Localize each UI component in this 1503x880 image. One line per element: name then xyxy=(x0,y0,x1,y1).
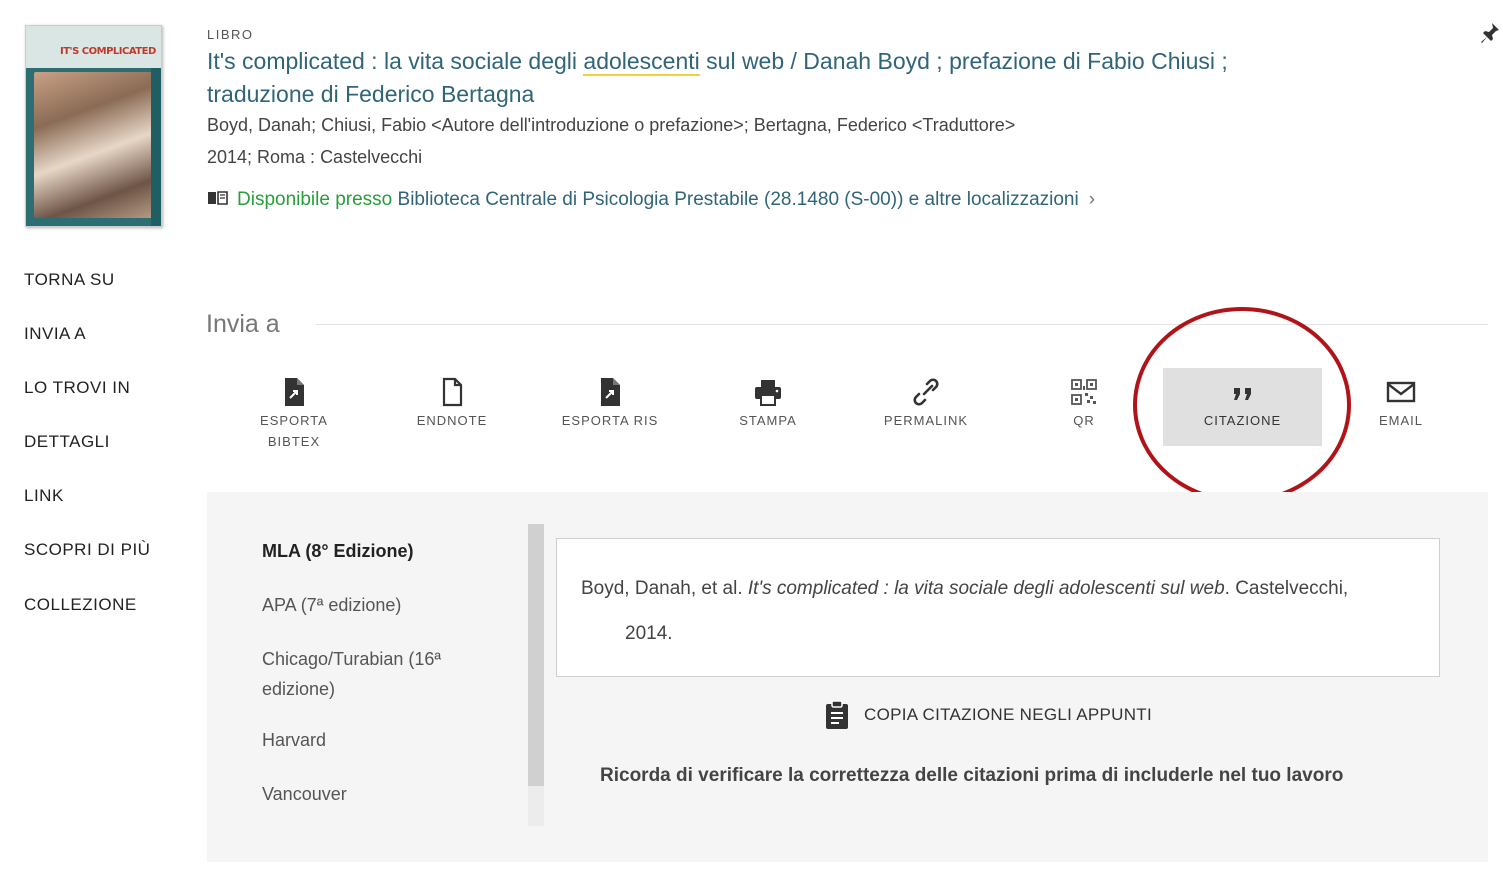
citation-warning: Ricorda di verificare la correttezza del… xyxy=(600,765,1344,786)
nav-invia-a[interactable]: INVIA A xyxy=(24,324,86,344)
nav-torna-su[interactable]: TORNA SU xyxy=(24,270,115,290)
nav-dettagli[interactable]: DETTAGLI xyxy=(24,432,110,452)
citation-text-box[interactable]: Boyd, Danah, et al. It's complicated : l… xyxy=(556,538,1440,677)
export-ris-button[interactable]: ESPORTA RIS xyxy=(531,368,689,446)
record-title[interactable]: It's complicated : la vita sociale degli… xyxy=(207,45,1267,111)
citation-style-vancouver[interactable]: Vancouver xyxy=(262,779,482,809)
qr-code-icon xyxy=(1071,379,1097,405)
nav-link[interactable]: LINK xyxy=(24,486,64,506)
availability-link[interactable]: Disponibile presso Biblioteca Centrale d… xyxy=(207,189,1095,211)
open-book-icon xyxy=(208,191,228,205)
availability-status: Disponibile presso xyxy=(237,189,393,210)
record-authors: Boyd, Danah; Chiusi, Fabio <Autore dell'… xyxy=(207,115,1016,135)
clipboard-icon xyxy=(826,700,848,729)
style-list-scrollbar[interactable] xyxy=(528,524,544,826)
citation-style-apa[interactable]: APA (7ª edizione) xyxy=(262,590,482,620)
section-divider xyxy=(316,324,1488,325)
scrollbar-thumb[interactable] xyxy=(528,524,544,786)
nav-scopri-di-piu[interactable]: SCOPRI DI PIÙ xyxy=(24,540,150,560)
file-export-icon xyxy=(285,378,304,406)
file-icon xyxy=(442,377,463,407)
link-icon xyxy=(913,378,939,406)
chevron-right-icon: › xyxy=(1088,189,1096,210)
pin-icon[interactable] xyxy=(1480,22,1500,46)
book-cover-thumbnail[interactable]: IT'S COMPLICATED xyxy=(25,25,162,227)
email-icon xyxy=(1386,381,1416,403)
cover-title: IT'S COMPLICATED xyxy=(60,46,156,57)
cover-photo xyxy=(34,72,152,218)
highlighted-term: adolescenti xyxy=(583,48,700,76)
citation-style-mla[interactable]: MLA (8° Edizione) xyxy=(262,536,482,566)
nav-collezione[interactable]: COLLEZIONE xyxy=(24,595,137,615)
file-export-icon xyxy=(601,378,620,406)
nav-lo-trovi-in[interactable]: LO TROVI IN xyxy=(24,378,130,398)
citation-style-chicago[interactable]: Chicago/Turabian (16ª edizione) xyxy=(262,644,482,704)
copy-citation-button[interactable]: COPIA CITAZIONE NEGLI APPUNTI xyxy=(824,700,1152,730)
print-button[interactable]: STAMPA xyxy=(689,368,847,446)
permalink-button[interactable]: PERMALINK xyxy=(847,368,1005,446)
record-publication: 2014; Roma : Castelvecchi xyxy=(207,147,423,167)
printer-icon xyxy=(755,380,781,406)
record-type: LIBRO xyxy=(207,27,254,42)
export-bibtex-button[interactable]: ESPORTA BIBTEX xyxy=(215,368,373,449)
highlight-circle xyxy=(1133,307,1351,503)
endnote-button[interactable]: ENDNOTE xyxy=(373,368,531,446)
availability-location: Biblioteca Centrale di Psicologia Presta… xyxy=(397,189,1079,210)
send-to-title: Invia a xyxy=(206,310,280,338)
citation-style-harvard[interactable]: Harvard xyxy=(262,725,482,755)
